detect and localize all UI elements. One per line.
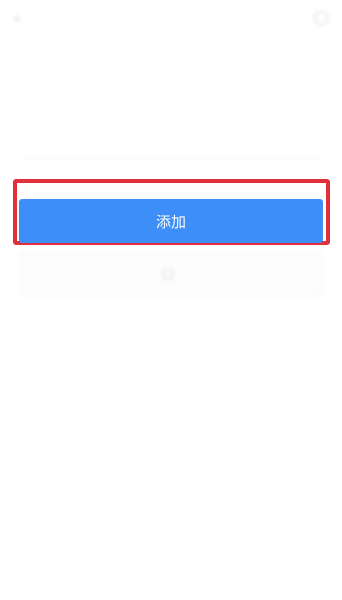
- chevron-left-icon[interactable]: ‹: [14, 12, 26, 26]
- top-bar: ‹: [0, 0, 342, 40]
- add-button[interactable]: 添加: [19, 199, 323, 243]
- secondary-button[interactable]: [20, 252, 322, 296]
- scan-icon: [163, 269, 173, 279]
- input-field[interactable]: [20, 158, 322, 159]
- search-icon[interactable]: [314, 11, 328, 25]
- screen: ‹ 添加: [0, 0, 342, 600]
